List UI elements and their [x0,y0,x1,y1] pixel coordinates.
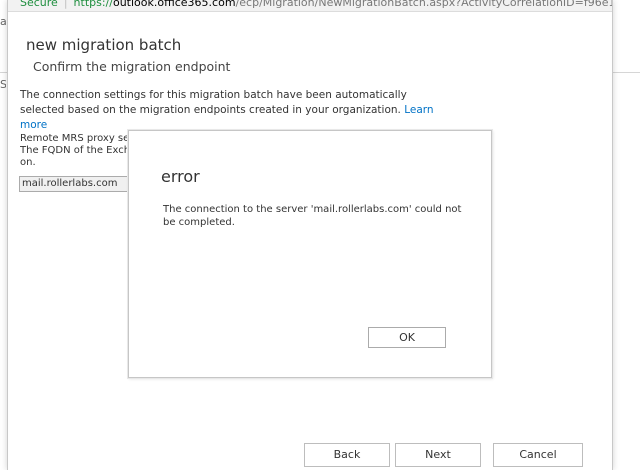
error-message: The connection to the server 'mail.rolle… [163,204,462,228]
url-scheme: https:// [73,0,113,9]
back-button[interactable]: Back [304,443,390,467]
description-text: The connection settings for this migrati… [20,89,407,116]
wizard-description: The connection settings for this migrati… [20,88,450,133]
url-host: outlook.office365.com [112,0,236,9]
field-label-line: The FQDN of the Excha [20,145,132,156]
secure-label: Secure [20,0,58,9]
error-dialog: error The connection to the server 'mail… [128,130,492,378]
wizard-title: new migration batch [26,36,182,54]
field-label-line: Remote MRS proxy serv [20,133,132,144]
next-button[interactable]: Next [395,443,481,467]
address-bar[interactable]: Secure | https://outlook.office365.com/e… [8,0,612,12]
fqdn-input[interactable]: mail.rollerlabs.com [19,176,137,192]
background-text-fragment: S [0,78,6,91]
field-label-line: on. [20,157,36,168]
error-title: error [161,167,200,186]
cancel-button[interactable]: Cancel [493,443,583,467]
background-text-fragment: at [0,15,6,28]
fqdn-field-label: Remote MRS proxy serv The FQDN of the Ex… [20,133,132,169]
url-path: /ecp/Migration/NewMigrationBatch.aspx?Ac… [235,0,612,9]
wizard-subtitle: Confirm the migration endpoint [33,59,231,74]
ok-button[interactable]: OK [368,327,446,348]
address-separator: | [63,0,68,9]
